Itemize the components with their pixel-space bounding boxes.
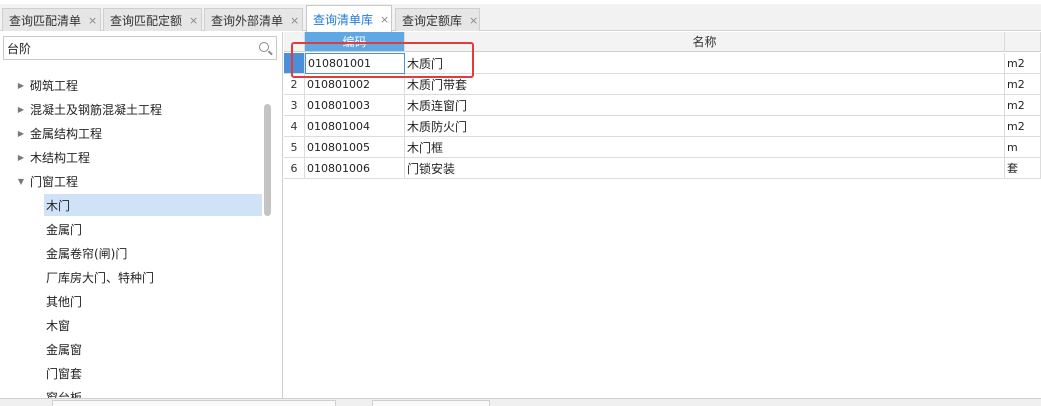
row-number: 4 <box>284 116 305 137</box>
table-row[interactable]: 4 010801004 木质防火门 m2 <box>284 116 1041 137</box>
category-panel: ▶ 砌筑工程 ▶ 混凝土及钢筋混凝土工程 ▶ 金属结构工程 ▶ 木结构工程 ▼ … <box>0 32 283 398</box>
tree-node-concrete[interactable]: ▶ 混凝土及钢筋混凝土工程 <box>16 98 162 120</box>
tree-node-label: 木结构工程 <box>30 150 91 165</box>
tab-label: 查询匹配定额 <box>110 13 183 28</box>
close-icon[interactable]: × <box>88 14 97 27</box>
tree-node-wood-window[interactable]: 木窗 <box>44 314 70 336</box>
tab-label: 查询外部清单 <box>211 13 284 28</box>
tab-label: 查询定额库 <box>402 13 463 28</box>
chevron-right-icon[interactable]: ▶ <box>16 81 26 90</box>
bottom-bar <box>0 398 1041 406</box>
tree-node-label: 窗台板 <box>46 390 83 399</box>
close-icon[interactable]: × <box>469 14 478 27</box>
tree-node-label: 门窗套 <box>46 366 83 381</box>
bottom-tab[interactable] <box>372 400 490 406</box>
category-tree: ▶ 砌筑工程 ▶ 混凝土及钢筋混凝土工程 ▶ 金属结构工程 ▶ 木结构工程 ▼ … <box>0 64 262 398</box>
row-number-header <box>284 32 305 52</box>
table-row[interactable]: 5 010801005 木门框 m <box>284 137 1041 158</box>
unit-cell[interactable]: m2 <box>1005 74 1041 95</box>
search-icon[interactable] <box>259 42 269 52</box>
tree-node-wood-structure[interactable]: ▶ 木结构工程 <box>16 146 90 168</box>
tree-node-label: 木门 <box>46 198 71 213</box>
tree-node-masonry[interactable]: ▶ 砌筑工程 <box>16 74 78 96</box>
table-row[interactable]: 2 010801002 木质门带套 m2 <box>284 74 1041 95</box>
unit-column-header[interactable] <box>1005 32 1041 52</box>
code-cell[interactable]: 010801002 <box>305 74 405 95</box>
tree-node-metal-structure[interactable]: ▶ 金属结构工程 <box>16 122 102 144</box>
tree-node-doors-windows[interactable]: ▼ 门窗工程 <box>16 170 78 192</box>
tree-node-wood-door[interactable]: 木门 <box>44 194 262 216</box>
close-icon[interactable]: × <box>189 14 198 27</box>
name-cell[interactable]: 木质门带套 <box>405 74 1005 95</box>
table-row[interactable]: 3 010801003 木质连窗门 m2 <box>284 95 1041 116</box>
table-row[interactable]: 010801001 木质门 m2 <box>284 53 1041 74</box>
row-number <box>284 53 305 74</box>
row-number: 6 <box>284 158 305 179</box>
tree-node-metal-door[interactable]: 金属门 <box>44 218 82 240</box>
list-library-table: 编码 名称 010801001 木质门 m2 2 010801002 木质门带套… <box>284 32 1041 398</box>
tab-bar: 查询匹配清单 × 查询匹配定额 × 查询外部清单 × 查询清单库 × 查询定额库… <box>0 0 1041 32</box>
tab-query-list-library[interactable]: 查询清单库 × <box>306 5 392 32</box>
tree-node-label: 木窗 <box>46 318 71 333</box>
name-cell[interactable]: 门锁安装 <box>405 158 1005 179</box>
code-cell[interactable]: 010801001 <box>305 53 405 74</box>
code-cell[interactable]: 010801005 <box>305 137 405 158</box>
tab-bar-top <box>0 0 1041 4</box>
tab-label: 查询清单库 <box>313 12 374 27</box>
code-column-header[interactable]: 编码 <box>305 32 405 52</box>
name-cell[interactable]: 木门框 <box>405 137 1005 158</box>
tree-node-warehouse-door[interactable]: 厂库房大门、特种门 <box>44 266 154 288</box>
chevron-down-icon[interactable]: ▼ <box>16 177 26 186</box>
bottom-tab[interactable] <box>52 400 336 406</box>
name-cell[interactable]: 木质连窗门 <box>405 95 1005 116</box>
chevron-right-icon[interactable]: ▶ <box>16 105 26 114</box>
unit-cell[interactable]: m <box>1005 137 1041 158</box>
name-column-header[interactable]: 名称 <box>405 32 1005 52</box>
close-icon[interactable]: × <box>290 14 299 27</box>
tree-node-label: 金属门 <box>46 222 83 237</box>
search-input[interactable] <box>7 39 247 57</box>
tree-node-label: 混凝土及钢筋混凝土工程 <box>30 102 163 117</box>
tree-scrollbar[interactable] <box>264 104 271 216</box>
unit-cell[interactable]: m2 <box>1005 116 1041 137</box>
tree-node-label: 金属结构工程 <box>30 126 103 141</box>
tab-query-match-quota[interactable]: 查询匹配定额 × <box>103 8 202 31</box>
tree-node-other-door[interactable]: 其他门 <box>44 290 82 312</box>
tree-node-rolling-door[interactable]: 金属卷帘(闸)门 <box>44 242 127 264</box>
tree-node-metal-window[interactable]: 金属窗 <box>44 338 82 360</box>
search-box <box>3 36 277 60</box>
unit-cell[interactable]: 套 <box>1005 158 1041 179</box>
tree-node-label: 金属窗 <box>46 342 83 357</box>
code-cell[interactable]: 010801004 <box>305 116 405 137</box>
tab-query-match-list[interactable]: 查询匹配清单 × <box>2 8 101 31</box>
tab-label: 查询匹配清单 <box>9 13 82 28</box>
row-number: 5 <box>284 137 305 158</box>
tree-node-door-window-casing[interactable]: 门窗套 <box>44 362 82 384</box>
tree-node-label: 厂库房大门、特种门 <box>46 270 155 285</box>
tree-node-label: 其他门 <box>46 294 83 309</box>
code-cell[interactable]: 010801003 <box>305 95 405 116</box>
tab-query-quota-library[interactable]: 查询定额库 × <box>395 8 480 31</box>
row-number: 3 <box>284 95 305 116</box>
tree-node-label: 砌筑工程 <box>30 78 79 93</box>
close-icon[interactable]: × <box>380 13 389 26</box>
chevron-right-icon[interactable]: ▶ <box>16 153 26 162</box>
tree-node-label: 门窗工程 <box>30 174 79 189</box>
table-row[interactable]: 6 010801006 门锁安装 套 <box>284 158 1041 179</box>
unit-cell[interactable]: m2 <box>1005 95 1041 116</box>
tree-node-label: 金属卷帘(闸)门 <box>46 246 128 261</box>
row-number: 2 <box>284 74 305 95</box>
name-cell[interactable]: 木质门 <box>405 53 1005 74</box>
name-cell[interactable]: 木质防火门 <box>405 116 1005 137</box>
chevron-right-icon[interactable]: ▶ <box>16 129 26 138</box>
code-cell[interactable]: 010801006 <box>305 158 405 179</box>
unit-cell[interactable]: m2 <box>1005 53 1041 74</box>
tab-query-external-list[interactable]: 查询外部清单 × <box>204 8 303 31</box>
tree-node-window-sill[interactable]: 窗台板 <box>44 386 83 399</box>
